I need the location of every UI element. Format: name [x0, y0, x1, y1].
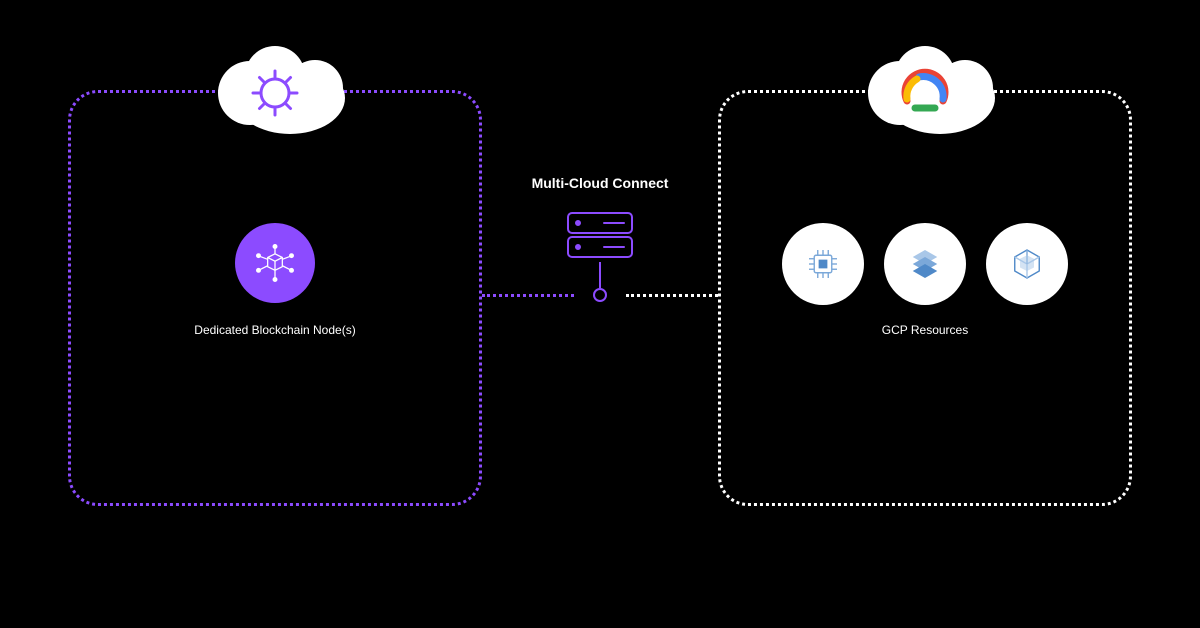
- gcp-resource-row: [721, 223, 1129, 305]
- gcp-panel: GCP Resources: [718, 90, 1132, 506]
- multi-cloud-connect-label: Multi-Cloud Connect: [482, 175, 718, 191]
- blockchain-node-label: Dedicated Blockchain Node(s): [71, 323, 479, 337]
- kubernetes-cube-icon: [986, 223, 1068, 305]
- connector-right: [626, 294, 718, 297]
- server-rack-icon: [560, 207, 640, 268]
- compute-chip-icon: [782, 223, 864, 305]
- gear-cloud-icon: [195, 38, 355, 138]
- multi-cloud-connect: Multi-Cloud Connect: [482, 175, 718, 268]
- blockchain-node-icon: [235, 223, 315, 303]
- google-cloud-icon: [845, 38, 1005, 138]
- connector-left: [482, 294, 574, 297]
- connector-vertical: [599, 262, 601, 288]
- gcp-resources-label: GCP Resources: [721, 323, 1129, 337]
- layered-stack-icon: [884, 223, 966, 305]
- connector-node-icon: [593, 288, 607, 302]
- blockchain-panel: Dedicated Blockchain Node(s): [68, 90, 482, 506]
